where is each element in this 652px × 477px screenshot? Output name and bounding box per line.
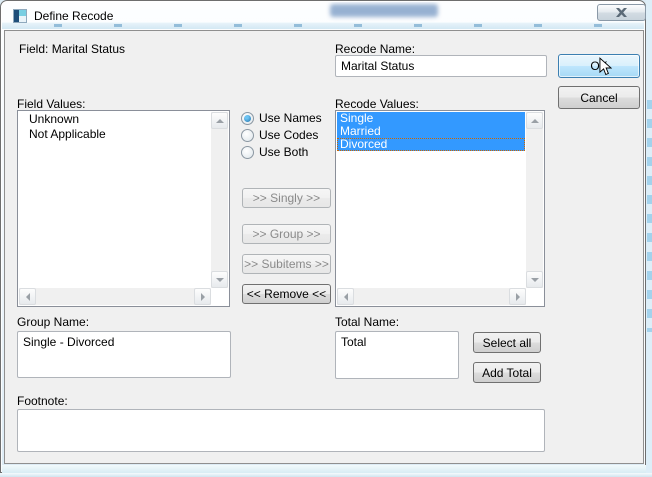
- radio-label: Use Both: [259, 145, 308, 159]
- footnote-label: Footnote:: [17, 394, 68, 408]
- screen: Define Recode Field: Marital Status Reco…: [0, 0, 652, 477]
- recode-values-listbox[interactable]: Single Married Divorced: [335, 110, 545, 307]
- background-window-scrollbar: [647, 100, 652, 332]
- singly-button[interactable]: >> Singly >>: [242, 188, 331, 208]
- background-title-showthrough: [330, 4, 438, 17]
- subitems-button[interactable]: >> Subitems >>: [242, 254, 331, 274]
- recode-values-rows: Single Married Divorced: [337, 112, 525, 151]
- radio-option-use-names[interactable]: Use Names: [241, 111, 322, 125]
- select-all-button[interactable]: Select all: [473, 332, 541, 353]
- radio-label: Use Names: [259, 111, 322, 125]
- down-arrow-icon: [216, 278, 224, 282]
- background-window-bottom: [0, 473, 652, 477]
- total-name-label: Total Name:: [335, 315, 399, 329]
- remove-button[interactable]: << Remove <<: [242, 284, 331, 304]
- horizontal-scrollbar[interactable]: [337, 288, 526, 305]
- glass-ticks: [2, 24, 644, 27]
- field-info: Field: Marital Status: [19, 42, 125, 56]
- radio-label: Use Codes: [259, 128, 318, 142]
- scroll-up-button[interactable]: [526, 112, 543, 129]
- left-arrow-icon: [344, 293, 348, 301]
- cancel-button[interactable]: Cancel: [558, 86, 640, 109]
- scroll-down-button[interactable]: [211, 271, 228, 288]
- app-icon-part: [19, 10, 26, 16]
- close-icon: [616, 8, 627, 17]
- recode-values-label: Recode Values:: [335, 97, 419, 111]
- left-arrow-icon: [26, 293, 30, 301]
- right-arrow-icon: [516, 293, 520, 301]
- right-arrow-icon: [201, 293, 205, 301]
- vertical-scrollbar[interactable]: [211, 112, 228, 288]
- dialog-body: Field: Marital Status Recode Name: Marit…: [4, 30, 644, 464]
- radio-option-use-both[interactable]: Use Both: [241, 145, 308, 159]
- ok-button[interactable]: OK: [558, 54, 640, 78]
- radio-icon[interactable]: [241, 129, 254, 142]
- group-name-label: Group Name:: [17, 315, 89, 329]
- field-info-value: Marital Status: [52, 42, 125, 56]
- app-icon: [13, 9, 27, 23]
- group-button[interactable]: >> Group >>: [242, 224, 331, 244]
- field-values-rows: Unknown Not Applicable: [19, 112, 210, 142]
- title-bar[interactable]: Define Recode: [2, 2, 644, 29]
- horizontal-scrollbar[interactable]: [19, 288, 211, 305]
- recode-name-label: Recode Name:: [335, 42, 415, 56]
- add-total-button[interactable]: Add Total: [473, 362, 541, 383]
- scroll-up-button[interactable]: [211, 112, 228, 129]
- define-recode-dialog: Define Recode Field: Marital Status Reco…: [0, 0, 646, 473]
- glass-bottom-border: [2, 465, 646, 473]
- scroll-down-button[interactable]: [526, 271, 543, 288]
- list-item[interactable]: Not Applicable: [19, 127, 210, 142]
- recode-name-input[interactable]: Marital Status: [335, 55, 547, 77]
- scroll-left-button[interactable]: [337, 288, 354, 305]
- close-button[interactable]: [597, 4, 646, 21]
- field-values-listbox[interactable]: Unknown Not Applicable: [17, 110, 230, 307]
- field-info-label: Field:: [19, 42, 48, 56]
- field-values-label: Field Values:: [17, 97, 85, 111]
- radio-selected-icon[interactable]: [241, 112, 254, 125]
- footnote-input[interactable]: [17, 409, 545, 452]
- up-arrow-icon: [216, 119, 224, 123]
- vertical-scrollbar[interactable]: [526, 112, 543, 288]
- list-item-selected-focused[interactable]: Divorced: [337, 138, 525, 151]
- radio-option-use-codes[interactable]: Use Codes: [241, 128, 318, 142]
- window-title: Define Recode: [34, 9, 113, 23]
- up-arrow-icon: [531, 119, 539, 123]
- scroll-right-button[interactable]: [509, 288, 526, 305]
- list-item[interactable]: Unknown: [19, 112, 210, 127]
- total-name-input[interactable]: Total: [335, 331, 459, 379]
- group-name-input[interactable]: Single - Divorced: [17, 331, 231, 378]
- scroll-right-button[interactable]: [194, 288, 211, 305]
- scroll-left-button[interactable]: [19, 288, 36, 305]
- down-arrow-icon: [531, 278, 539, 282]
- radio-icon[interactable]: [241, 146, 254, 159]
